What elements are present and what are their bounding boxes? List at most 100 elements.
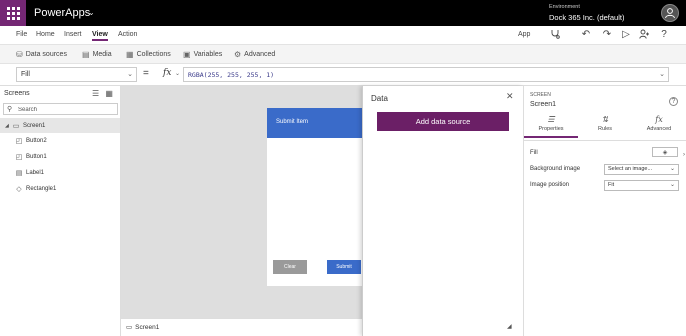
tab-label: Rules (597, 126, 613, 132)
menu-action[interactable]: Action (118, 31, 137, 38)
image-position-dropdown[interactable]: Fit ⌄ (604, 180, 679, 191)
data-panel-title: Data (371, 94, 388, 103)
collections-icon: ▦ (126, 50, 134, 59)
variables-icon: ▣ (183, 50, 191, 59)
tree-item-label: Button1 (26, 153, 47, 160)
help-icon[interactable]: ? (658, 29, 670, 40)
clear-button[interactable]: Clear (273, 260, 307, 274)
tree-item-button2[interactable]: ◰ Button2 (0, 133, 120, 148)
tree-view-panel: Screens ☰ ▦ ⚲ ◢ ▭ Screen1 ◰ Button2 ◰ Bu… (0, 86, 121, 336)
redo-icon[interactable]: ↷ (601, 29, 613, 40)
fx-icon: fx (655, 115, 663, 124)
background-image-label: Background image (530, 166, 581, 172)
data-sources-button[interactable]: ⛁ Data sources (16, 50, 67, 59)
background-image-dropdown[interactable]: Select an image... ⌄ (604, 164, 679, 175)
add-data-source-button[interactable]: Add data source (377, 112, 509, 131)
play-icon[interactable]: ▷ (620, 29, 632, 40)
resize-handle-icon[interactable]: ◢ (507, 323, 512, 330)
title-bar: PowerApps ⌄ Environment Dock 365 Inc. (d… (0, 0, 686, 26)
tree-item-screen1[interactable]: ◢ ▭ Screen1 (0, 118, 120, 133)
menu-file[interactable]: File (16, 31, 27, 38)
properties-icon: ☰ (547, 115, 555, 124)
ribbon-label: Advanced (244, 51, 276, 58)
undo-icon[interactable]: ↶ (580, 29, 592, 40)
ribbon-label: Variables (193, 51, 223, 58)
tree-item-label: Screen1 (23, 122, 46, 129)
ribbon-label: Collections (136, 51, 171, 58)
image-position-label: Image position (530, 182, 570, 188)
chevron-down-icon[interactable]: ⌄ (88, 8, 95, 17)
formula-expression: RGBA(255, 255, 255, 1) (188, 71, 275, 79)
data-panel: Data ✕ Add data source ◢ (362, 86, 523, 336)
environment-name[interactable]: Dock 365 Inc. (default) (549, 13, 624, 22)
advanced-icon: ⚙ (234, 50, 242, 59)
app-settings-link[interactable]: App (518, 31, 530, 38)
tree-item-label1[interactable]: ▤ Label1 (0, 165, 120, 180)
ribbon-label: Media (92, 51, 112, 58)
search-icon: ⚲ (7, 106, 13, 113)
app-checker-icon[interactable] (549, 29, 561, 42)
tree-search-input[interactable] (18, 105, 113, 114)
screen-header-rectangle[interactable]: Submit Item (267, 108, 366, 138)
chevron-down-icon: ⌄ (669, 166, 675, 172)
chevron-down-icon[interactable]: ⌄ (175, 70, 180, 77)
close-icon[interactable]: ✕ (506, 91, 514, 102)
menu-view[interactable]: View (92, 31, 108, 41)
tree-item-rectangle1[interactable]: ◇ Rectangle1 (0, 181, 120, 196)
share-user-icon[interactable] (638, 29, 650, 42)
fill-color-picker[interactable]: ◈ (652, 147, 678, 157)
tab-rules[interactable]: ⇅ Rules (578, 115, 632, 138)
media-icon: ▤ (82, 50, 90, 59)
app-screen-preview[interactable]: Submit Item Clear Submit (267, 108, 366, 286)
chevron-down-icon: ⌄ (669, 182, 675, 188)
background-image-value: Select an image... (608, 166, 653, 172)
tab-label: Properties (538, 126, 564, 132)
thumbnail-view-icon[interactable]: ▦ (105, 89, 113, 98)
current-screen-label: Screen1 (135, 323, 160, 331)
tree-item-label: Button2 (26, 137, 47, 144)
tab-label: Advanced (646, 126, 672, 132)
collections-button[interactable]: ▦ Collections (126, 50, 171, 59)
tree-view-toggles: ☰ ▦ (92, 89, 113, 98)
app-name[interactable]: PowerApps (34, 7, 90, 19)
current-screen-indicator[interactable]: ▭ Screen1 (126, 323, 160, 332)
app-launcher-icon[interactable] (0, 0, 26, 26)
tree-title: Screens (4, 90, 30, 97)
avatar[interactable] (661, 4, 679, 22)
advanced-button[interactable]: ⚙ Advanced (234, 50, 275, 59)
properties-panel: SCREEN Screen1 ? ☰ Properties ⇅ Rules fx… (523, 86, 686, 336)
menu-insert[interactable]: Insert (64, 31, 82, 38)
submit-button[interactable]: Submit (327, 260, 361, 274)
property-dropdown[interactable]: Fill ⌄ (16, 67, 137, 82)
tree-item-label: Rectangle1 (26, 185, 57, 192)
screen-icon: ▭ (126, 324, 133, 331)
tab-advanced[interactable]: fx Advanced (632, 115, 686, 138)
fill-label: Fill (530, 150, 538, 156)
media-button[interactable]: ▤ Media (82, 50, 112, 59)
selected-control-name: Screen1 (530, 101, 557, 108)
tree-item-label: Label1 (26, 169, 45, 176)
property-value: Fill (21, 71, 30, 78)
tab-properties[interactable]: ☰ Properties (524, 115, 578, 138)
menu-bar: File Home Insert View Action App ↶ ↷ ▷ ? (0, 26, 686, 45)
screen-header-label[interactable]: Submit Item (276, 119, 308, 125)
fx-icon[interactable]: fx (163, 68, 171, 78)
tree-item-button1[interactable]: ◰ Button1 (0, 149, 120, 164)
formula-input[interactable]: RGBA(255, 255, 255, 1) ⌄ (183, 67, 669, 82)
shape-icon: ◇ (16, 185, 22, 193)
rules-icon: ⇅ (601, 115, 609, 124)
button-icon: ◰ (15, 137, 23, 145)
help-icon[interactable]: ? (669, 97, 678, 106)
list-view-icon[interactable]: ☰ (92, 89, 99, 98)
image-position-value: Fit (608, 182, 615, 188)
screen-icon: ▭ (12, 122, 20, 130)
variables-button[interactable]: ▣ Variables (183, 50, 222, 59)
chevron-down-icon: ⌄ (127, 71, 133, 78)
equals-sign: = (143, 68, 149, 79)
expand-formula-icon[interactable]: ⌄ (659, 70, 665, 78)
label-icon: ▤ (15, 169, 23, 177)
button-icon: ◰ (15, 153, 23, 161)
ribbon-label: Data sources (25, 51, 67, 58)
menu-home[interactable]: Home (36, 31, 55, 38)
paint-bucket-icon: ◈ (662, 149, 668, 156)
